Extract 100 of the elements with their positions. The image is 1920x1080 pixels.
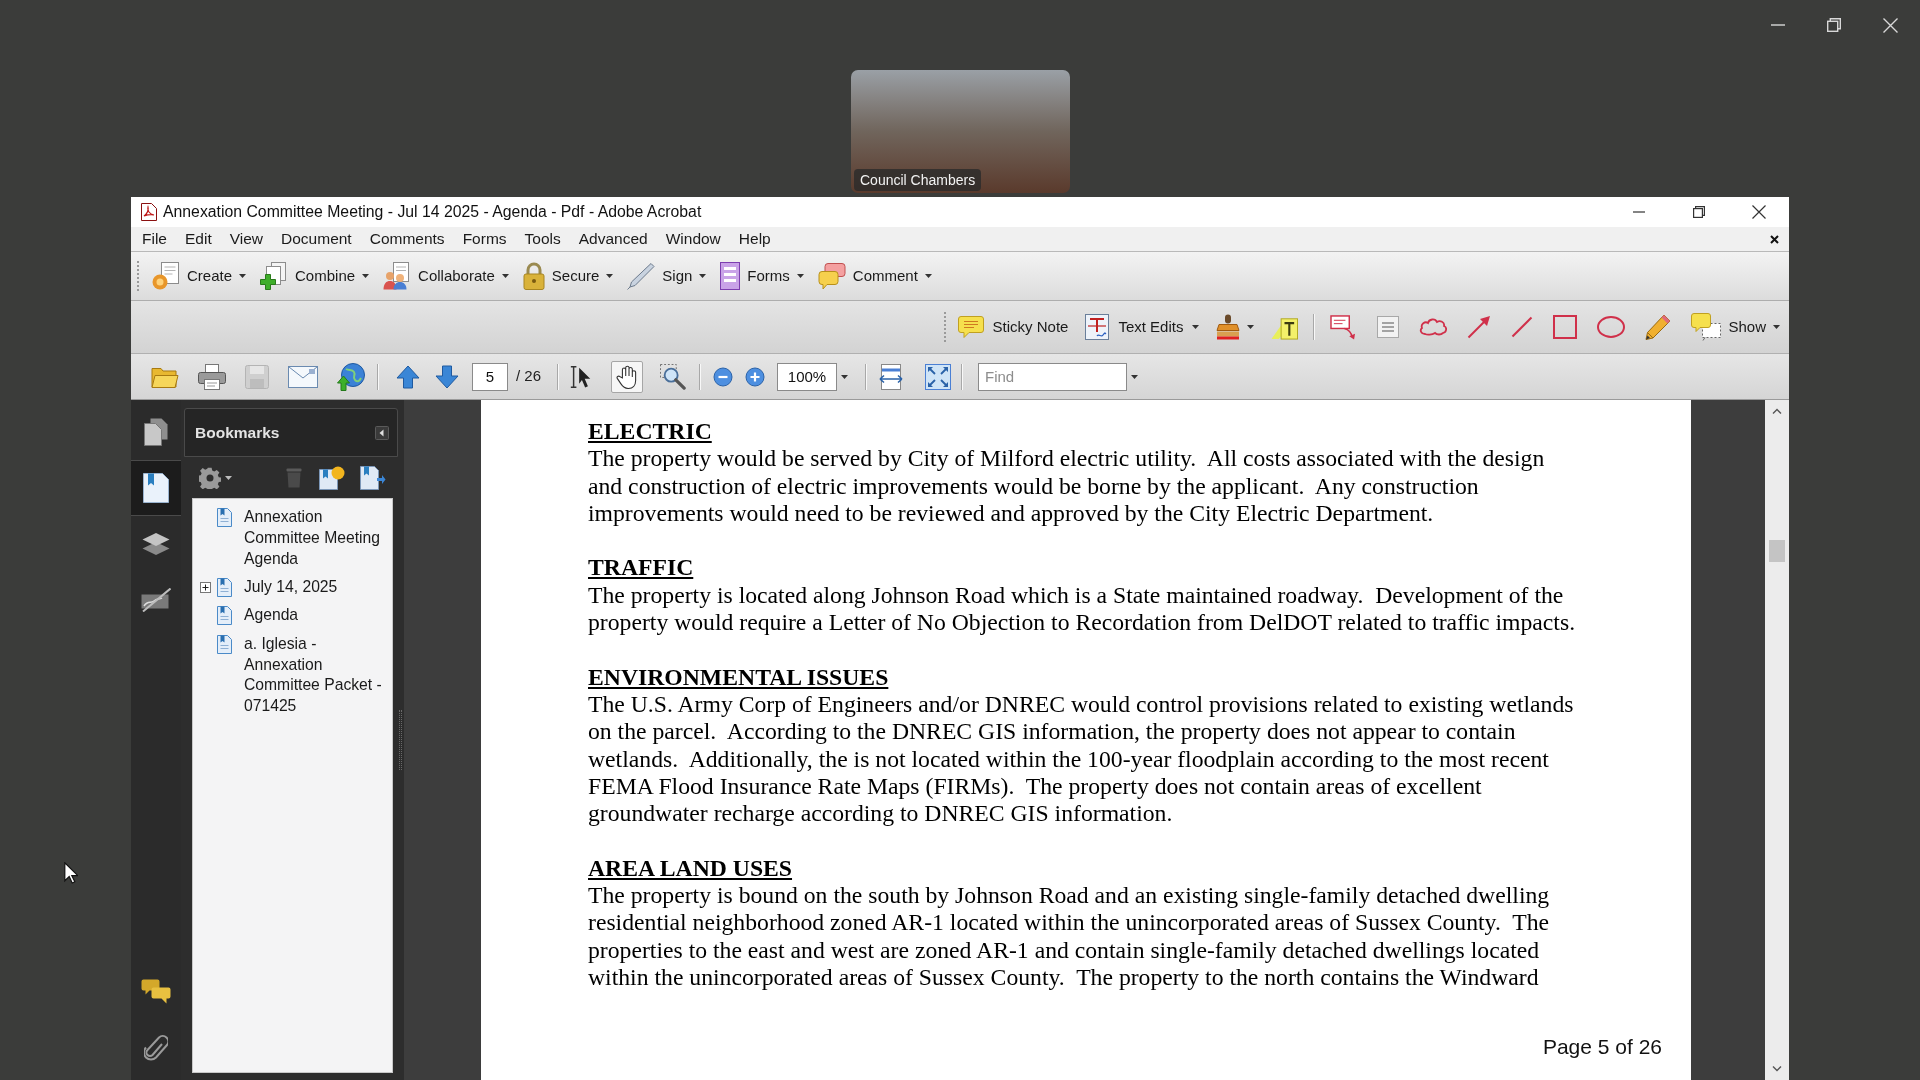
bookmark-item[interactable]: a. Iglesia - Annexation Committee Packet - 071425 bbox=[193, 633, 392, 718]
bookmark-arrow-icon[interactable] bbox=[360, 465, 386, 490]
vertical-scrollbar[interactable] bbox=[1765, 400, 1789, 1080]
magnifier-icon bbox=[660, 363, 687, 390]
create-button[interactable]: Create bbox=[150, 258, 249, 294]
caret-icon[interactable] bbox=[924, 274, 932, 278]
paperclip-icon[interactable] bbox=[144, 1034, 168, 1062]
document-burst-icon bbox=[152, 262, 180, 290]
speech-bubbles-icon bbox=[817, 262, 846, 290]
menu-item[interactable]: View bbox=[220, 228, 273, 250]
bookmark-title: a. Iglesia - Annexation Committee Packet - 071425 bbox=[244, 633, 383, 717]
menu-item[interactable]: File bbox=[133, 228, 176, 250]
collapse-panel-icon[interactable] bbox=[375, 425, 389, 440]
text-edits-button[interactable]: Text Edits bbox=[1085, 310, 1200, 344]
zoom-out-icon[interactable] bbox=[713, 366, 734, 387]
caret-icon[interactable] bbox=[239, 274, 247, 278]
fit-width-icon[interactable] bbox=[879, 363, 904, 390]
section-heading: ENVIRONMENTAL ISSUES bbox=[588, 663, 889, 691]
caret-icon[interactable] bbox=[606, 274, 614, 278]
zoom-in-icon[interactable] bbox=[745, 366, 766, 387]
paragraph: The property would be served by City of Milford electric utility. All costs associated with the design and construction of electric improvements would be borne by the applicant. Any construction improvements would need to be reviewed and approved by the City Electric Department. bbox=[588, 445, 1545, 528]
menu-item[interactable]: Comments bbox=[360, 228, 454, 250]
callout-icon[interactable] bbox=[1330, 314, 1358, 340]
caret-icon[interactable] bbox=[1192, 325, 1200, 329]
full-screen-icon[interactable] bbox=[925, 363, 952, 390]
sign-button[interactable]: Sign bbox=[625, 258, 709, 294]
panel-title: Bookmarks bbox=[195, 422, 280, 443]
menu-item[interactable]: Forms bbox=[453, 228, 516, 250]
caret-icon[interactable] bbox=[501, 274, 509, 278]
scroll-up-icon[interactable] bbox=[1772, 408, 1782, 414]
bookmarks-panel-button[interactable] bbox=[131, 460, 181, 516]
menu-item[interactable]: Window bbox=[656, 228, 730, 250]
bookmark-icon bbox=[217, 508, 232, 527]
caret-icon[interactable] bbox=[362, 274, 370, 278]
window-title: Annexation Committee Meeting - Jul 14 2025 - Agenda - Pdf - Adobe Acrobat bbox=[163, 202, 702, 223]
scroll-down-icon[interactable] bbox=[1772, 1066, 1782, 1072]
section-heading: AREA LAND USES bbox=[588, 854, 793, 883]
collaborate-button[interactable]: Collaborate bbox=[381, 258, 511, 294]
pencil-icon[interactable] bbox=[1645, 314, 1672, 340]
menu-item[interactable]: Document bbox=[272, 228, 361, 250]
padlock-icon bbox=[522, 262, 545, 290]
page-count: / 26 bbox=[516, 366, 542, 387]
new-bookmark-icon[interactable] bbox=[319, 465, 345, 490]
combine-button[interactable]: Combine bbox=[258, 258, 372, 294]
close-icon[interactable] bbox=[1770, 234, 1779, 244]
menu-item[interactable]: Edit bbox=[176, 228, 221, 250]
down-arrow-icon[interactable] bbox=[435, 364, 459, 389]
show-button[interactable]: Show bbox=[1691, 310, 1780, 344]
sticky-note-button[interactable]: Sticky Note bbox=[957, 310, 1069, 344]
signature-icon bbox=[141, 588, 171, 612]
expand-icon[interactable] bbox=[200, 581, 211, 593]
secure-button[interactable]: Secure bbox=[520, 258, 616, 294]
speech-bubble-icon bbox=[1691, 313, 1722, 341]
caret-icon[interactable] bbox=[1773, 325, 1780, 329]
bookmark-title: Annexation Committee Meeting Agenda bbox=[244, 507, 381, 569]
stamp-icon[interactable] bbox=[1216, 314, 1241, 340]
pages-icon bbox=[144, 418, 168, 446]
text-edit-icon bbox=[1085, 314, 1110, 340]
forms-button[interactable]: Forms bbox=[718, 258, 806, 294]
caret-icon[interactable] bbox=[225, 475, 232, 480]
bookmark-item[interactable]: July 14, 2025 bbox=[193, 576, 392, 598]
speech-bubbles-icon[interactable] bbox=[141, 979, 171, 1005]
menu-item[interactable]: Advanced bbox=[569, 228, 657, 250]
caret-icon[interactable] bbox=[699, 274, 707, 278]
scrollbar-thumb[interactable] bbox=[1769, 540, 1785, 562]
find-field[interactable]: Find bbox=[978, 362, 1128, 391]
page-footer: Page 5 of 26 bbox=[1542, 1035, 1662, 1060]
caret-icon[interactable] bbox=[1247, 325, 1255, 329]
cursor-icon bbox=[64, 862, 78, 884]
zoom-field[interactable]: 100% bbox=[777, 362, 838, 391]
bookmark-item[interactable]: Annexation Committee Meeting Agenda bbox=[193, 507, 392, 570]
page-number-field[interactable]: 5 bbox=[472, 362, 508, 391]
paragraph: The property is bound on the south by Johnson Road and an existing single-family detached dwelling residential neighborhood zoned AR-1 located within the unincorporated areas of Sussex County. The properties to the east and west are zoned AR-1 and contain single-family detached dwellings located within the unincorporated areas of Sussex County. The property to the north contains the Windward bbox=[588, 882, 1550, 992]
gear-icon[interactable] bbox=[199, 466, 221, 489]
paragraph: The U.S. Army Corp of Engineers and/or DNREC would control provisions related to existing wetlands on the parcel. According to the DNREC GIS information, the property does not appear to contain wetlands. Additionally, the is not located within the 100-year floodplain according to the most recent FEMA Flood Insurance Rate Maps (FIRMs). The property does not contain areas of excellent groundwater recharge according to DNREC GIS information. bbox=[588, 690, 1574, 828]
section-heading: ELECTRIC bbox=[588, 418, 712, 446]
caret-icon[interactable] bbox=[1131, 374, 1139, 379]
menu-item[interactable]: Help bbox=[729, 228, 780, 250]
splitter-handle[interactable] bbox=[399, 710, 402, 770]
paragraph: The property is located along Johnson Road which is a State maintained roadway. Development of the property would require a Letter of No Objection to Recordation from DelDOT related to traffic impacts. bbox=[588, 581, 1576, 637]
rectangle-icon[interactable] bbox=[1553, 315, 1578, 339]
bookmark-title: Agenda bbox=[244, 605, 300, 626]
line-icon[interactable] bbox=[1511, 316, 1534, 338]
cloud-shape-icon[interactable] bbox=[1419, 317, 1448, 337]
comment-button[interactable]: Comment bbox=[815, 258, 934, 294]
envelope-icon[interactable] bbox=[288, 365, 318, 388]
oval-icon[interactable] bbox=[1597, 316, 1626, 338]
close-icon[interactable] bbox=[1752, 205, 1766, 219]
caret-icon[interactable] bbox=[841, 374, 849, 379]
caret-icon[interactable] bbox=[796, 274, 804, 278]
up-arrow-icon[interactable] bbox=[396, 364, 420, 389]
globe-arrow-icon[interactable] bbox=[337, 362, 365, 391]
restore-icon[interactable] bbox=[1693, 206, 1705, 218]
restore-icon[interactable] bbox=[1827, 18, 1841, 32]
menu-item[interactable]: Tools bbox=[515, 228, 570, 250]
hand-tool-button[interactable] bbox=[611, 360, 644, 393]
bookmark-item[interactable]: Agenda bbox=[193, 605, 392, 627]
printer-icon[interactable] bbox=[198, 363, 226, 390]
arrow-icon[interactable] bbox=[1467, 315, 1492, 339]
bookmark-title: July 14, 2025 bbox=[244, 576, 339, 597]
